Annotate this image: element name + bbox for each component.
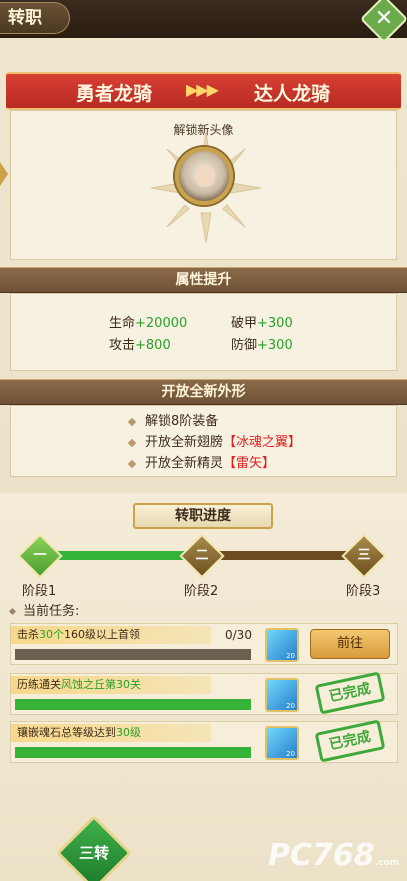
top-bar: 转职 ✕ bbox=[0, 0, 407, 44]
close-icon: ✕ bbox=[374, 6, 394, 32]
progress-track-completed bbox=[52, 551, 188, 560]
watermark-logo: PC768.com bbox=[268, 838, 399, 873]
attributes-panel: 生命+20000 破甲+300 攻击+800 防御+300 bbox=[10, 293, 397, 371]
left-arrow-decoration bbox=[0, 162, 8, 186]
soul-gem-reward-icon[interactable]: 20 bbox=[265, 678, 299, 712]
task-1-progress-bar bbox=[15, 649, 251, 660]
completed-stamp: 已完成 bbox=[314, 671, 386, 715]
task-2-progress-bar bbox=[15, 699, 251, 710]
appearance-panel: 解锁8阶装备 开放全新翅膀【冰魂之翼】 开放全新精灵【雷矢】 bbox=[10, 405, 397, 477]
task-row-3: 镶嵌魂石总等级达到30级 20 已完成 bbox=[10, 719, 398, 763]
unlock-avatar-panel: 解锁新头像 bbox=[10, 110, 397, 260]
avatar-face bbox=[195, 165, 215, 187]
attributes-header: 属性提升 bbox=[0, 267, 407, 293]
from-class: 勇者龙骑 bbox=[76, 83, 153, 105]
completed-stamp: 已完成 bbox=[314, 719, 386, 763]
task-1-label: 击杀30个160级以上首领 bbox=[11, 626, 211, 644]
appearance-title: 开放全新外形 bbox=[161, 384, 246, 400]
current-task-label: 当前任务: bbox=[8, 600, 79, 619]
attr-armor-break: 破甲+300 bbox=[231, 316, 293, 331]
task-3-label: 镶嵌魂石总等级达到30级 bbox=[11, 724, 211, 742]
task-1-count: 0/30 bbox=[225, 628, 252, 642]
attr-hp: 生命+20000 bbox=[109, 316, 188, 331]
task-3-progress-bar bbox=[15, 747, 251, 758]
feature-equipment: 解锁8阶装备 bbox=[11, 410, 396, 429]
progress-title: 转职进度 bbox=[133, 503, 273, 529]
attr-attack: 攻击+800 bbox=[109, 338, 171, 353]
to-class: 达人龙骑 bbox=[254, 83, 331, 105]
task-2-label: 历练通关风蚀之丘第30关 bbox=[11, 676, 211, 694]
task-row-2: 历练通关风蚀之丘第30关 20 已完成 bbox=[10, 671, 398, 715]
arrow-icon: ▶▶▶ bbox=[186, 80, 219, 99]
task-3-progress-fill bbox=[15, 747, 251, 758]
feature-wings: 开放全新翅膀【冰魂之翼】 bbox=[11, 431, 396, 450]
close-button[interactable]: ✕ bbox=[359, 0, 407, 44]
task-2-progress-fill bbox=[15, 699, 251, 710]
class-transfer-ribbon: 勇者龙骑 ▶▶▶ 达人龙骑 bbox=[6, 72, 401, 110]
attr-defense: 防御+300 bbox=[231, 338, 293, 353]
stage-label-3: 阶段3 bbox=[346, 584, 381, 599]
attributes-title: 属性提升 bbox=[175, 272, 232, 288]
task-row-1: 击杀30个160级以上首领 0/30 20 前往 bbox=[10, 623, 398, 665]
stage-label-2: 阶段2 bbox=[184, 584, 219, 599]
soul-gem-reward-icon[interactable]: 20 bbox=[265, 628, 299, 662]
soul-gem-reward-icon[interactable]: 20 bbox=[265, 726, 299, 760]
new-avatar-portrait[interactable] bbox=[175, 147, 233, 205]
go-button[interactable]: 前往 bbox=[310, 629, 390, 659]
stage-label-1: 阶段1 bbox=[22, 584, 57, 599]
appearance-header: 开放全新外形 bbox=[0, 379, 407, 405]
job-transfer-screen: 转职 ✕ 勇者龙骑 ▶▶▶ 达人龙骑 解锁新头像 属性提升 生命+20000 破… bbox=[0, 0, 407, 881]
feature-spirit: 开放全新精灵【雷矢】 bbox=[11, 452, 396, 471]
screen-title: 转职 bbox=[0, 2, 70, 34]
progress-track-pending bbox=[218, 551, 350, 560]
